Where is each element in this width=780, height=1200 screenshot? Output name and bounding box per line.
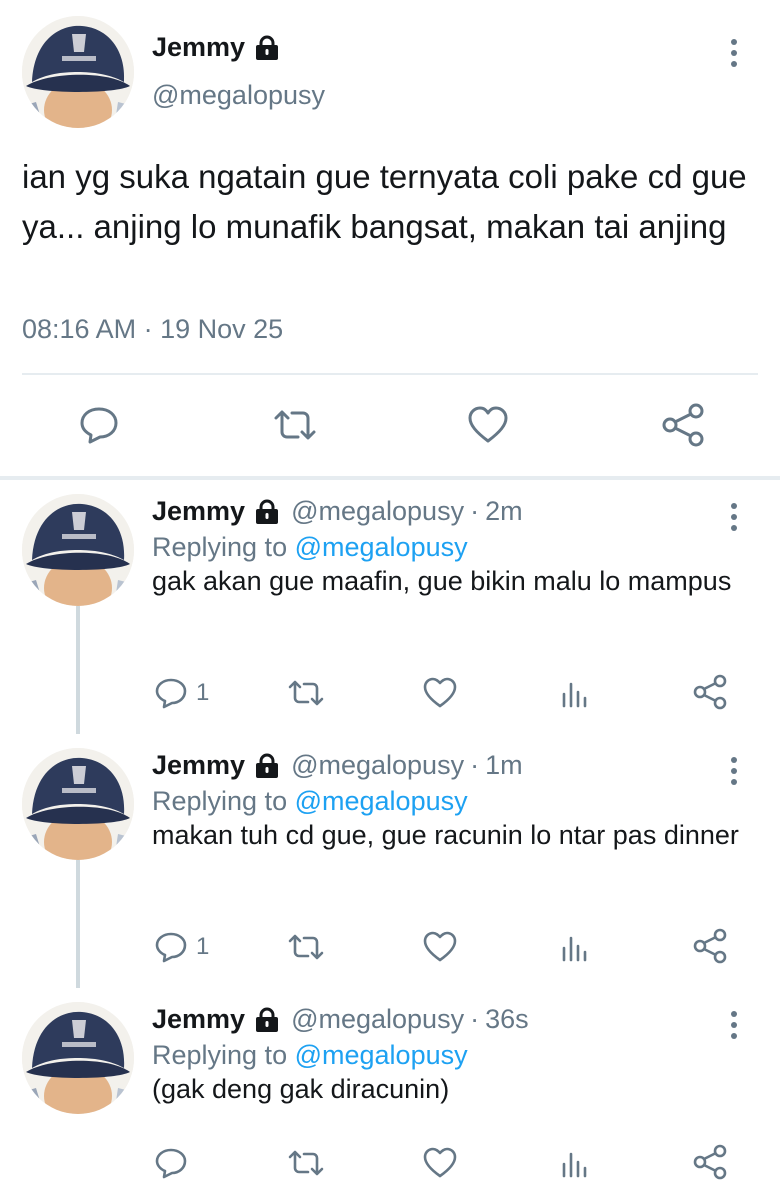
- lock-icon: [253, 498, 281, 526]
- like-icon: [423, 1147, 457, 1178]
- analytics-icon: [562, 1152, 587, 1178]
- replying-to-mention[interactable]: @megalopusy: [295, 786, 468, 816]
- replying-to-mention[interactable]: @megalopusy: [295, 1040, 468, 1070]
- retweet-button[interactable]: [286, 1146, 326, 1180]
- reply-header: Jemmy @megalopusy · 1m: [152, 750, 523, 781]
- main-tweet: Jemmy @megalopusy ian yg suka ngatain gu…: [0, 0, 780, 476]
- author-name[interactable]: Jemmy: [152, 496, 245, 527]
- retweet-icon: [288, 680, 324, 706]
- author-handle[interactable]: @megalopusy: [291, 750, 464, 781]
- more-options-icon[interactable]: [724, 500, 744, 534]
- reply-button[interactable]: [78, 404, 120, 446]
- replying-to-label: Replying to: [152, 532, 288, 562]
- more-options-icon[interactable]: [724, 1008, 744, 1042]
- retweet-icon: [274, 410, 316, 440]
- replying-to: Replying to @megalopusy: [152, 532, 468, 563]
- more-options-icon[interactable]: [724, 36, 744, 70]
- like-button[interactable]: [422, 1146, 458, 1180]
- share-button[interactable]: [692, 674, 728, 710]
- share-button[interactable]: [692, 1144, 728, 1180]
- replying-to: Replying to @megalopusy: [152, 786, 468, 817]
- like-button[interactable]: [422, 930, 458, 964]
- replying-to: Replying to @megalopusy: [152, 1040, 468, 1071]
- reply-icon: [155, 1148, 187, 1179]
- reply-icon: [80, 407, 118, 444]
- avatar[interactable]: [22, 1002, 134, 1114]
- retweet-button[interactable]: [286, 930, 326, 964]
- reply-tweet[interactable]: Jemmy @megalopusy · 1m Replying to @mega…: [0, 734, 780, 988]
- replying-to-label: Replying to: [152, 786, 288, 816]
- reply-button[interactable]: 1: [154, 676, 209, 710]
- reply-icon: [155, 678, 187, 709]
- reply-text: (gak deng gak diracunin): [152, 1074, 450, 1104]
- reply-tweet[interactable]: Jemmy @megalopusy · 36s Replying to @meg…: [0, 988, 780, 1200]
- like-icon: [423, 931, 457, 962]
- like-button[interactable]: [466, 404, 510, 446]
- retweet-button[interactable]: [270, 404, 320, 446]
- tweet-text: ian yg suka ngatain gue ternyata coli pa…: [22, 158, 747, 245]
- separator-dot: ·: [470, 496, 480, 526]
- reply-tweet[interactable]: Jemmy @megalopusy · 2m Replying to @mega…: [0, 480, 780, 734]
- separator-dot: ·: [470, 750, 480, 780]
- reply-button[interactable]: [154, 1146, 196, 1180]
- author-name[interactable]: Jemmy: [152, 750, 245, 781]
- share-icon: [693, 1144, 727, 1180]
- author-row: Jemmy: [152, 32, 281, 63]
- analytics-button[interactable]: [560, 1146, 590, 1180]
- like-icon: [423, 677, 457, 708]
- analytics-icon: [562, 936, 587, 962]
- like-button[interactable]: [422, 676, 458, 710]
- reply-count: 1: [196, 679, 210, 706]
- lock-icon: [253, 1006, 281, 1034]
- reply-time[interactable]: 2m: [485, 496, 523, 527]
- analytics-icon: [562, 682, 587, 708]
- share-icon: [662, 403, 704, 447]
- reply-time[interactable]: 36s: [485, 1004, 529, 1035]
- author-handle[interactable]: @megalopusy: [291, 496, 464, 527]
- author-name[interactable]: Jemmy: [152, 32, 245, 63]
- like-icon: [468, 406, 508, 443]
- reply-header: Jemmy @megalopusy · 36s: [152, 1004, 529, 1035]
- reply-time[interactable]: 1m: [485, 750, 523, 781]
- avatar[interactable]: [22, 748, 134, 860]
- author-name[interactable]: Jemmy: [152, 1004, 245, 1035]
- reply-text: makan tuh cd gue, gue racunin lo ntar pa…: [152, 820, 739, 850]
- reply-header: Jemmy @megalopusy · 2m: [152, 496, 523, 527]
- tweet-timestamp[interactable]: 08:16 AM · 19 Nov 25: [22, 314, 283, 345]
- share-icon: [693, 928, 727, 964]
- avatar[interactable]: [22, 494, 134, 606]
- retweet-icon: [288, 1150, 324, 1176]
- retweet-icon: [288, 934, 324, 960]
- divider: [22, 373, 758, 375]
- reply-icon: [155, 932, 187, 963]
- avatar[interactable]: [22, 16, 134, 128]
- share-button[interactable]: [692, 928, 728, 964]
- lock-icon: [253, 752, 281, 780]
- lock-icon: [253, 34, 281, 62]
- reply-button[interactable]: 1: [154, 930, 209, 964]
- share-icon: [693, 674, 727, 710]
- author-handle[interactable]: @megalopusy: [291, 1004, 464, 1035]
- retweet-button[interactable]: [286, 676, 326, 710]
- author-handle[interactable]: @megalopusy: [152, 80, 325, 111]
- more-options-icon[interactable]: [724, 754, 744, 788]
- share-button[interactable]: [660, 402, 706, 448]
- replying-to-label: Replying to: [152, 1040, 288, 1070]
- replying-to-mention[interactable]: @megalopusy: [295, 532, 468, 562]
- reply-text: gak akan gue maafin, gue bikin malu lo m…: [152, 566, 732, 596]
- separator-dot: ·: [470, 1004, 480, 1034]
- analytics-button[interactable]: [560, 930, 590, 964]
- analytics-button[interactable]: [560, 676, 590, 710]
- reply-count: 1: [196, 933, 210, 960]
